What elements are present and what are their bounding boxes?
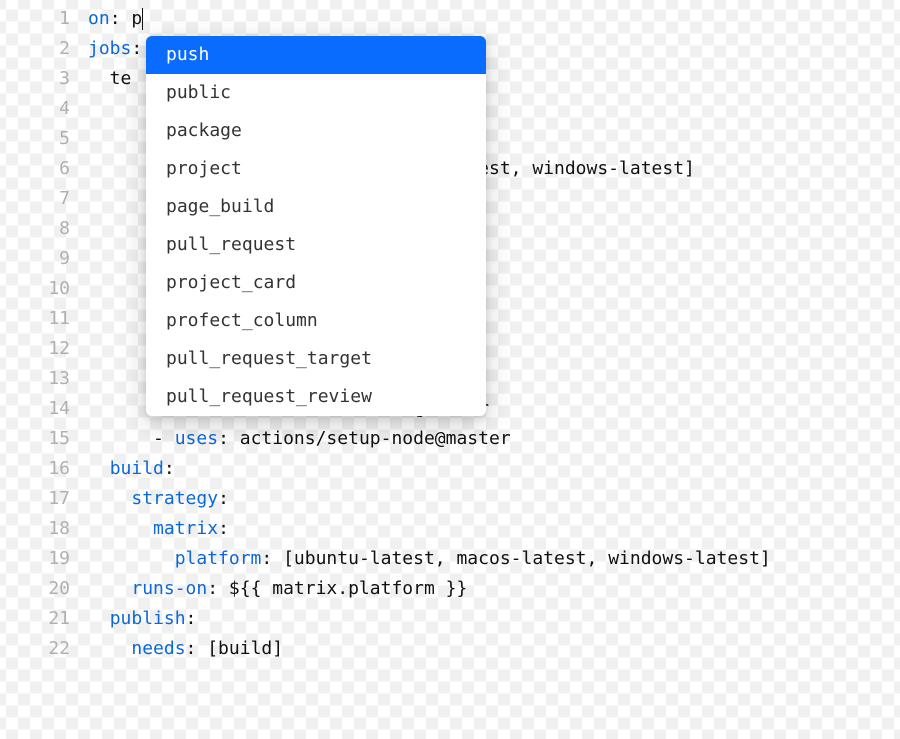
line-number: 10 [0, 274, 88, 304]
autocomplete-popup: pushpublicpackageprojectpage_buildpull_r… [146, 36, 486, 416]
autocomplete-item[interactable]: pull_request_review [146, 378, 486, 416]
code-content[interactable]: jobs: [88, 34, 142, 64]
code-line[interactable]: 18 matrix: [0, 514, 900, 544]
line-number: 1 [0, 4, 88, 34]
code-content[interactable]: - uses: actions/setup-node@master [88, 424, 511, 454]
line-number: 9 [0, 244, 88, 274]
code-content[interactable]: strategy: [88, 484, 229, 514]
autocomplete-item[interactable]: pull_request_target [146, 340, 486, 378]
line-number: 2 [0, 34, 88, 64]
line-number: 3 [0, 64, 88, 94]
code-line[interactable]: 17 strategy: [0, 484, 900, 514]
code-content[interactable]: te [88, 64, 131, 94]
line-number: 15 [0, 424, 88, 454]
code-line[interactable]: 16 build: [0, 454, 900, 484]
autocomplete-item[interactable]: push [146, 36, 486, 74]
line-number: 7 [0, 184, 88, 214]
line-number: 20 [0, 574, 88, 604]
line-number: 12 [0, 334, 88, 364]
code-content[interactable]: build: [88, 454, 175, 484]
line-number: 18 [0, 514, 88, 544]
line-number: 8 [0, 214, 88, 244]
code-content[interactable]: on: p [88, 4, 143, 34]
code-line[interactable]: 1on: p [0, 4, 900, 34]
line-number: 17 [0, 484, 88, 514]
line-number: 16 [0, 454, 88, 484]
line-number: 6 [0, 154, 88, 184]
autocomplete-item[interactable]: public [146, 74, 486, 112]
line-number: 4 [0, 94, 88, 124]
line-number: 22 [0, 634, 88, 664]
line-number: 19 [0, 544, 88, 574]
code-line[interactable]: 21 publish: [0, 604, 900, 634]
code-content[interactable]: runs-on: ${{ matrix.platform }} [88, 574, 467, 604]
line-number: 14 [0, 394, 88, 424]
autocomplete-item[interactable]: project_card [146, 264, 486, 302]
autocomplete-item[interactable]: pull_request [146, 226, 486, 264]
code-line[interactable]: 15 - uses: actions/setup-node@master [0, 424, 900, 454]
autocomplete-item[interactable]: profect_column [146, 302, 486, 340]
code-content[interactable]: matrix: [88, 514, 229, 544]
line-number: 13 [0, 364, 88, 394]
code-content[interactable]: platform: [ubuntu-latest, macos-latest, … [88, 544, 771, 574]
text-cursor [142, 8, 143, 30]
line-number: 5 [0, 124, 88, 154]
code-content[interactable]: needs: [build] [88, 634, 283, 664]
line-number: 11 [0, 304, 88, 334]
autocomplete-item[interactable]: page_build [146, 188, 486, 226]
autocomplete-item[interactable]: package [146, 112, 486, 150]
line-number: 21 [0, 604, 88, 634]
code-line[interactable]: 19 platform: [ubuntu-latest, macos-lates… [0, 544, 900, 574]
autocomplete-item[interactable]: project [146, 150, 486, 188]
code-line[interactable]: 20 runs-on: ${{ matrix.platform }} [0, 574, 900, 604]
code-content[interactable]: publish: [88, 604, 196, 634]
code-line[interactable]: 22 needs: [build] [0, 634, 900, 664]
